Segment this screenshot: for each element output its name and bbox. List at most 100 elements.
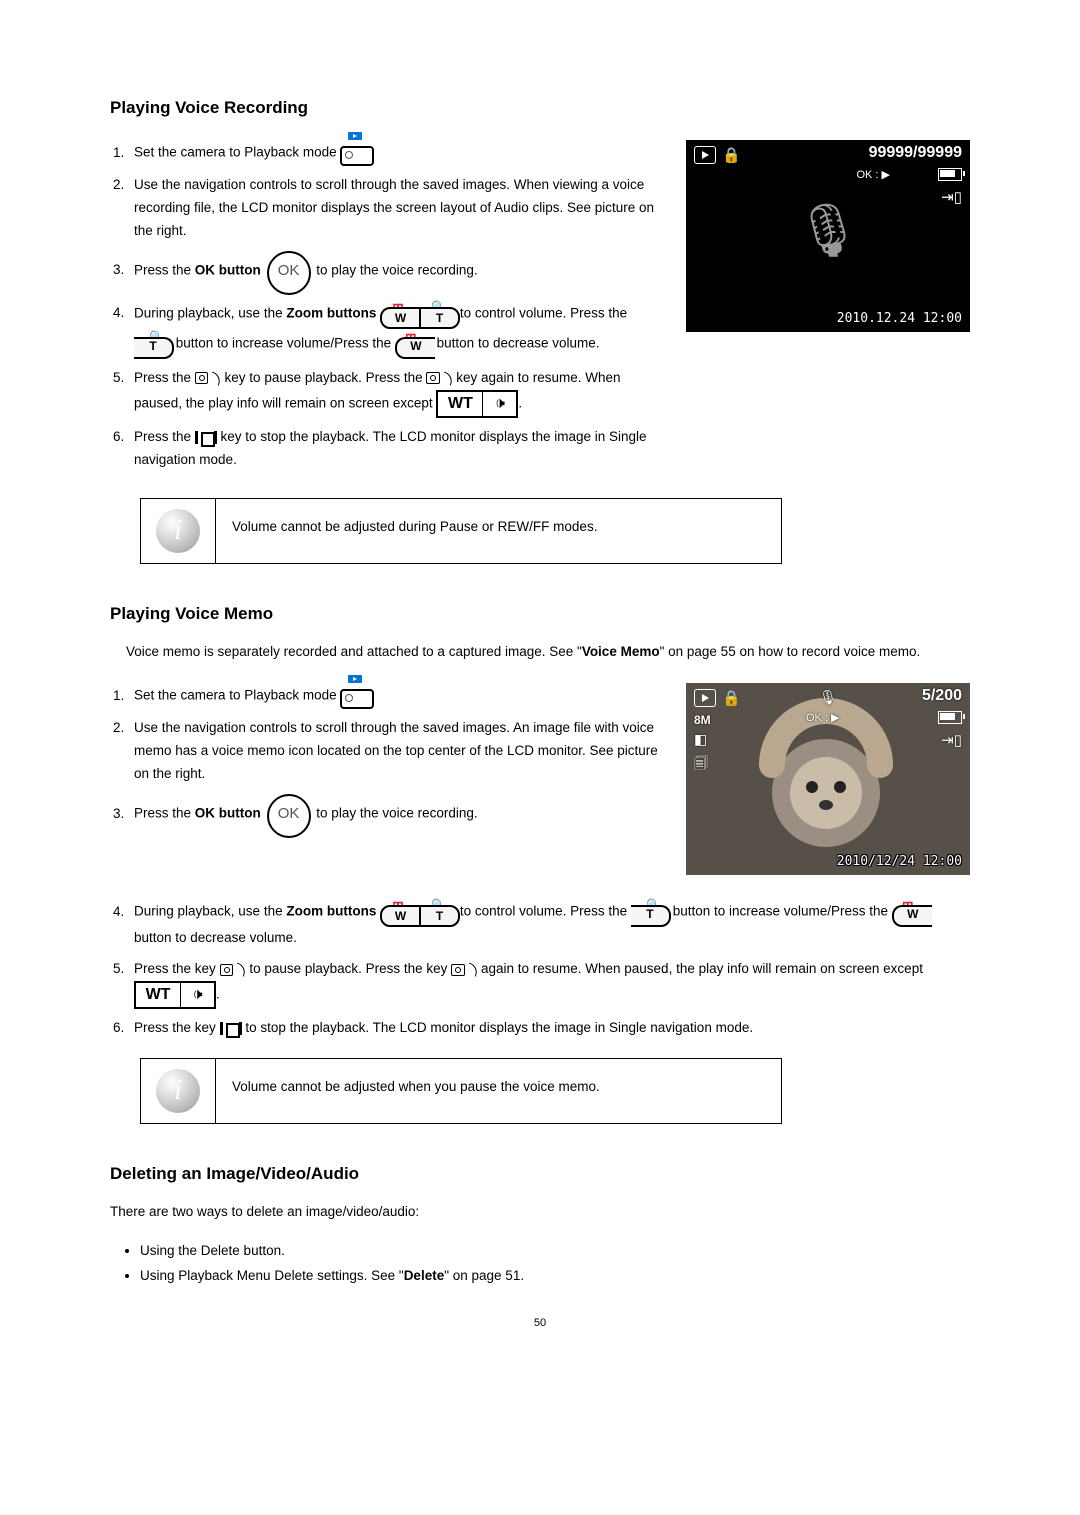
copy-icon: 🗐 [694,753,708,777]
play-pause-key-icon [195,370,221,386]
heading-voice-recording: Playing Voice Recording [110,98,970,118]
lock-icon: 🔒 [722,146,741,164]
lcd-datetime: 2010.12.24 12:00 [837,311,962,326]
note-text: Volume cannot be adjusted during Pause o… [216,499,781,563]
lcd-datetime: 2010/12/24 12:00 [837,854,962,869]
lcd-counter: 5/200 [922,687,962,705]
text: button to increase volume/Press the [673,904,892,919]
zoom-w-icon: W [382,907,419,925]
text: Set the camera to Playback mode [134,145,340,160]
zoom-t-icon: T [419,309,458,327]
battery-icon [938,711,962,724]
section-voice-memo: Set the camera to Playback mode . Use th… [110,679,970,875]
text: Press the [134,262,195,277]
voice-memo-icon: 🎙 [819,689,837,706]
lcd-voice-memo: 🔒 🎙 5/200 OK : ▶ 8M ⇥▯ ◧ 🗐 2010/12/24 12… [686,683,970,875]
vr-step-6: Press the key to stop the playback. The … [128,426,658,472]
playback-mode-icon [340,683,370,709]
zoom-w-icon: W [382,309,419,327]
text: again to resume. When paused, the play i… [481,961,923,976]
text: key to pause playback. Press the [225,370,427,385]
deleting-intro: There are two ways to delete an image/vi… [110,1202,970,1222]
text: to play the voice recording. [316,806,477,821]
zoom-buttons-icon: WT [380,299,456,329]
text: Press the key [134,1020,220,1035]
quality-icon: ◧ [694,731,707,748]
text: to control volume. Press the [460,904,631,919]
playback-mode-icon [340,140,370,166]
text: Set the camera to Playback mode [134,688,340,703]
zoom-increase-icon: T [631,897,669,927]
info-icon [141,499,216,563]
vm-step-2: Use the navigation controls to scroll th… [128,717,658,786]
text: button to decrease volume. [134,930,297,945]
delete-method-2: Using Playback Menu Delete settings. See… [140,1265,970,1287]
deleting-methods: Using the Delete button. Using Playback … [140,1240,970,1287]
note-voice-recording: Volume cannot be adjusted during Pause o… [140,498,782,564]
heading-deleting: Deleting an Image/Video/Audio [110,1164,970,1184]
lcd-counter: 99999/99999 [869,144,962,162]
voice-recording-steps: Set the camera to Playback mode . Use th… [110,136,658,480]
text: " on page 51. [444,1268,524,1283]
text: . [216,987,220,1002]
vm-step-5: Press the key to pause playback. Press t… [128,958,970,1009]
ok-button-icon: OK [267,794,311,838]
lcd-voice-recording: 🔒 99999/99999 OK : ▶ ⇥▯ 🎙 2010.12.24 12:… [686,140,970,332]
delete-ref: Delete [404,1268,445,1283]
zoom-t-icon: T [419,907,458,925]
zoom-buttons-icon: WT [380,897,456,927]
zoom-decrease-icon: W [892,897,930,927]
lcd-top-left-icons: 🔒 [694,146,741,164]
text: During playback, use the [134,904,286,919]
manual-page: Playing Voice Recording Set the camera t… [0,0,1080,1369]
lock-icon: 🔒 [722,689,741,707]
delete-method-1: Using the Delete button. [140,1240,970,1262]
text: to control volume. Press the [460,305,627,320]
vm-step-1: Set the camera to Playback mode . [128,683,658,709]
ok-button-icon: OK [267,251,311,295]
vr-step-3: Press the OK button OK to play the voice… [128,251,658,291]
card-icon: ⇥▯ [941,731,962,749]
note-text: Volume cannot be adjusted when you pause… [216,1059,781,1123]
play-pause-key-icon [451,962,477,978]
text: Press the [134,429,195,444]
vr-step-4: During playback, use the Zoom buttons WT… [128,299,658,359]
text: button to increase volume/Press the [176,335,395,350]
ok-button-label: OK button [195,806,261,821]
card-icon: ⇥▯ [941,188,962,206]
note-voice-memo: Volume cannot be adjusted when you pause… [140,1058,782,1124]
wt-speaker-icon: WT🕩 [436,390,518,418]
voice-memo-steps-cont: During playback, use the Zoom buttons WT… [128,897,970,1040]
vm-step-6: Press the key to stop the playback. The … [128,1017,970,1040]
voice-memo-steps: Set the camera to Playback mode . Use th… [110,679,658,875]
zoom-increase-icon: T [134,329,172,359]
voice-memo-ref: Voice Memo [582,644,660,659]
text: Press the [134,806,195,821]
text: " on page 55 on how to record voice memo… [660,644,921,659]
text: Press the [134,370,195,385]
zoom-buttons-label: Zoom buttons [286,305,376,320]
size-badge: 8M [694,713,711,727]
text: . [518,395,522,410]
lcd-ok-hint: OK : ▶ [806,711,840,724]
play-pause-key-icon [426,370,452,386]
text: Voice memo is separately recorded and at… [126,644,582,659]
wt-speaker-icon: WT🕩 [134,981,216,1009]
heading-voice-memo: Playing Voice Memo [110,604,970,624]
zoom-buttons-label: Zoom buttons [286,904,376,919]
lcd-top-left-icons: 🔒 [694,689,741,707]
text: Using Playback Menu Delete settings. See… [140,1268,404,1283]
info-icon [141,1059,216,1123]
text: Press the key [134,961,220,976]
vr-step-2: Use the navigation controls to scroll th… [128,174,658,243]
vr-step-1: Set the camera to Playback mode . [128,140,658,166]
playback-icon [694,689,716,707]
text: to stop the playback. The LCD monitor di… [245,1020,753,1035]
ok-button-label: OK button [195,262,261,277]
vm-step-3: Press the OK button OK to play the voice… [128,794,658,834]
microphone-icon: 🎙 [795,200,861,261]
text: button to decrease volume. [437,335,600,350]
stop-key-icon [220,1021,242,1036]
voice-memo-intro: Voice memo is separately recorded and at… [126,642,970,662]
battery-icon [938,168,962,181]
